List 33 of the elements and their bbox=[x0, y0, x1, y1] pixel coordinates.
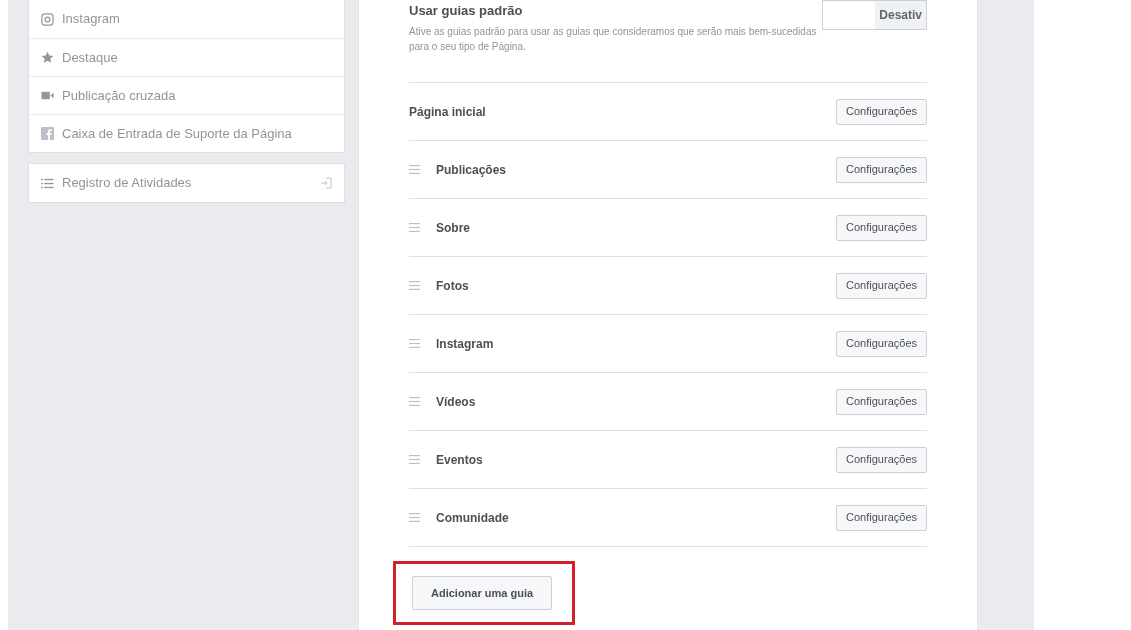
settings-button[interactable]: Configurações bbox=[836, 504, 927, 531]
enter-icon[interactable] bbox=[320, 177, 332, 189]
tab-name: Vídeos bbox=[436, 393, 476, 411]
settings-button[interactable]: Configurações bbox=[836, 388, 927, 415]
facebook-icon bbox=[41, 127, 54, 140]
drag-handle-icon[interactable] bbox=[409, 223, 420, 232]
settings-button[interactable]: Configurações bbox=[836, 330, 927, 357]
settings-button[interactable]: Configurações bbox=[836, 156, 927, 183]
settings-button[interactable]: Configurações bbox=[836, 446, 927, 473]
drag-handle-icon[interactable] bbox=[409, 339, 420, 348]
drag-handle-icon[interactable] bbox=[409, 513, 420, 522]
video-icon bbox=[41, 89, 54, 102]
settings-button[interactable]: Configurações bbox=[836, 98, 927, 125]
settings-button[interactable]: Configurações bbox=[836, 272, 927, 299]
tab-name: Página inicial bbox=[409, 103, 486, 121]
tab-name: Fotos bbox=[436, 277, 469, 295]
settings-button[interactable]: Configurações bbox=[836, 214, 927, 241]
tab-name: Sobre bbox=[436, 219, 470, 237]
tab-name: Publicações bbox=[436, 161, 507, 179]
list-icon bbox=[41, 176, 54, 190]
section-description: Ative as guias padrão para usar as guias que consideramos que serão mais bem-sucedidas para o seu tipo de Página. bbox=[409, 25, 818, 54]
section-title: Usar guias padrão bbox=[409, 2, 524, 20]
drag-handle-icon[interactable] bbox=[409, 397, 420, 406]
toggle-switch[interactable]: Desativ bbox=[822, 0, 927, 30]
tab-name: Comunidade bbox=[436, 509, 509, 527]
drag-handle-icon[interactable] bbox=[409, 165, 420, 174]
drag-handle-icon[interactable] bbox=[409, 281, 420, 290]
add-tab-button[interactable]: Adicionar uma guia bbox=[412, 576, 553, 610]
camera-icon bbox=[41, 12, 54, 26]
tab-name: Eventos bbox=[436, 451, 483, 469]
star-icon bbox=[41, 51, 54, 64]
tab-name: Instagram bbox=[436, 335, 494, 353]
drag-handle-icon[interactable] bbox=[409, 455, 420, 464]
